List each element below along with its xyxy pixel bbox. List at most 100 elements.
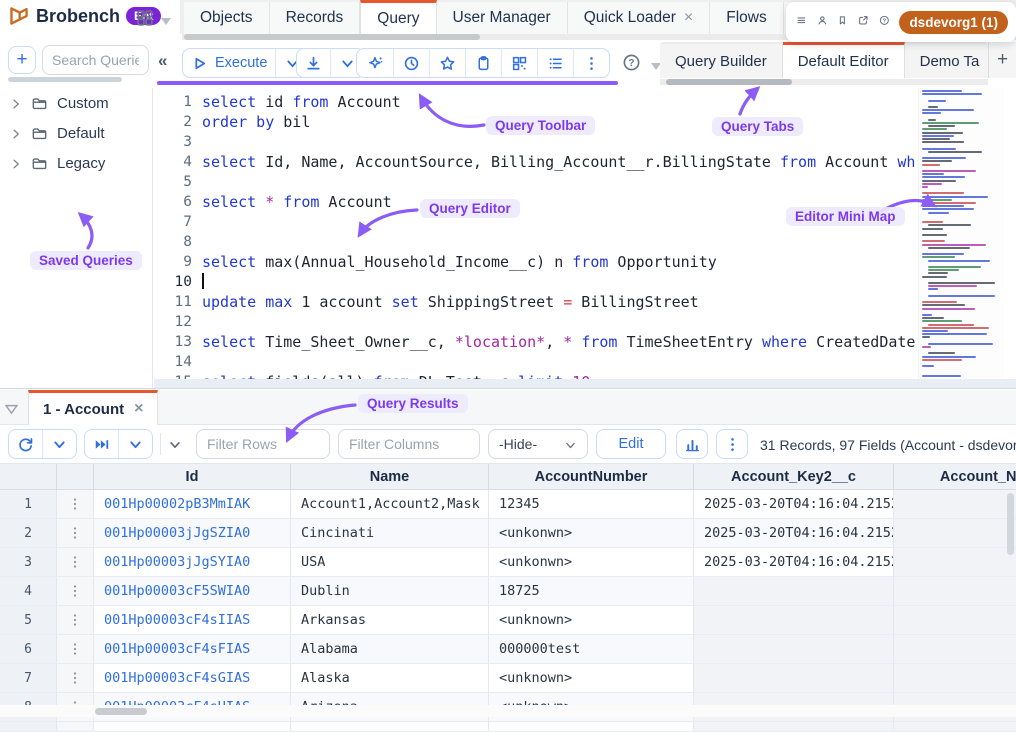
- cell-name[interactable]: Dublin: [291, 577, 489, 605]
- more-actions-button[interactable]: [573, 49, 609, 77]
- chart-button[interactable]: [676, 429, 708, 459]
- record-id-link[interactable]: 001Hp00003cF4sGIAS: [94, 664, 291, 692]
- record-id-link[interactable]: 001Hp00003cF4sFIAS: [94, 635, 291, 663]
- cell-account-key2[interactable]: [694, 664, 894, 692]
- record-id-link[interactable]: 001Hp00003jJgSZIA0: [94, 519, 291, 547]
- column-header-id[interactable]: Id: [94, 464, 291, 489]
- cell-account-key2[interactable]: 2025-03-20T04:16:04.2152: [694, 490, 894, 518]
- app-grid-icon[interactable]: [136, 9, 154, 27]
- folder-default[interactable]: Default: [0, 118, 152, 148]
- sidebar-scrollbar[interactable]: [8, 77, 122, 82]
- close-icon[interactable]: ×: [684, 10, 693, 26]
- cell-account-number[interactable]: <unknown>: [489, 606, 694, 634]
- nav-tab-quick-loader[interactable]: Quick Loader×: [568, 2, 711, 34]
- query-plan-button[interactable]: [501, 49, 537, 77]
- record-id-link[interactable]: 001Hp00003cF5SWIA0: [94, 577, 291, 605]
- cell-account-key2[interactable]: [694, 606, 894, 634]
- cell-account-key2[interactable]: [694, 577, 894, 605]
- edit-button[interactable]: Edit: [596, 429, 666, 459]
- record-id-link[interactable]: 001Hp00002pB3MmIAK: [94, 490, 291, 518]
- search-queries-input[interactable]: [42, 45, 149, 75]
- row-menu-icon[interactable]: [57, 635, 94, 663]
- results-tab[interactable]: 1 - Account ×: [28, 390, 158, 425]
- chevron-right-icon[interactable]: [10, 157, 22, 169]
- org-user-badge[interactable]: dsdevorg1 (1): [899, 11, 1008, 34]
- record-id-link[interactable]: 001Hp00003cF4sIIAS: [94, 606, 291, 634]
- collapse-sidebar-button[interactable]: «: [158, 51, 165, 71]
- cell-name[interactable]: Alabama: [291, 635, 489, 663]
- brand-caret-icon[interactable]: [160, 13, 172, 23]
- cell-name[interactable]: Account1,Account2,Mask T: [291, 490, 489, 518]
- nav-tab-user-manager[interactable]: User Manager: [437, 2, 568, 34]
- results-caret-icon[interactable]: [5, 402, 18, 413]
- bookmark-icon[interactable]: [837, 13, 848, 31]
- nav-tab-flows[interactable]: Flows: [710, 2, 783, 34]
- column-header-account-key2-c[interactable]: Account_Key2__c: [694, 464, 894, 489]
- list-menu-icon[interactable]: [796, 13, 807, 31]
- cell-account-numb[interactable]: [894, 577, 1016, 605]
- editor-tab-demo-ta[interactable]: Demo Ta: [905, 44, 988, 78]
- refresh-dropdown-button[interactable]: [42, 430, 76, 458]
- cell-name[interactable]: USA: [291, 548, 489, 576]
- nav-tab-objects[interactable]: Objects: [184, 2, 270, 34]
- add-query-button[interactable]: +: [8, 46, 36, 74]
- row-menu-icon[interactable]: [57, 664, 94, 692]
- cell-account-numb[interactable]: [894, 519, 1016, 547]
- table-vertical-scrollbar[interactable]: [1007, 491, 1014, 691]
- row-menu-icon[interactable]: [57, 519, 94, 547]
- cell-account-numb[interactable]: [894, 635, 1016, 663]
- folder-legacy[interactable]: Legacy: [0, 148, 152, 178]
- cell-name[interactable]: Alaska: [291, 664, 489, 692]
- cell-account-number[interactable]: <unknown>: [489, 664, 694, 692]
- cell-account-key2[interactable]: [694, 635, 894, 663]
- filters-chevron-icon[interactable]: [168, 438, 182, 450]
- results-more-button[interactable]: [716, 429, 748, 459]
- ai-assist-button[interactable]: [357, 49, 393, 77]
- fetch-all-button[interactable]: [85, 430, 118, 458]
- column-header-name[interactable]: Name: [291, 464, 489, 489]
- cell-account-numb[interactable]: [894, 548, 1016, 576]
- cell-account-numb[interactable]: [894, 664, 1016, 692]
- editor-horizontal-scrollbar[interactable]: [154, 379, 1016, 388]
- nav-tab-records[interactable]: Records: [270, 2, 361, 34]
- execute-button[interactable]: Execute: [183, 49, 275, 77]
- row-menu-icon[interactable]: [57, 606, 94, 634]
- cell-account-numb[interactable]: [894, 490, 1016, 518]
- editor-tab-default-editor[interactable]: Default Editor: [783, 42, 905, 78]
- table-horizontal-scrollbar[interactable]: [0, 705, 1016, 717]
- list-view-button[interactable]: [537, 49, 573, 77]
- column-header-accountnumber[interactable]: AccountNumber: [489, 464, 694, 489]
- cell-account-number[interactable]: <unkonwn>: [489, 548, 694, 576]
- close-icon[interactable]: ×: [134, 401, 143, 417]
- code-area[interactable]: select id from Accountorder by bilselect…: [202, 92, 916, 379]
- history-button[interactable]: [393, 49, 429, 77]
- refresh-button[interactable]: [9, 430, 42, 458]
- chevron-right-icon[interactable]: [10, 127, 22, 139]
- filter-rows-input[interactable]: [196, 429, 330, 459]
- cell-name[interactable]: Arkansas: [291, 606, 489, 634]
- row-menu-icon[interactable]: [57, 490, 94, 518]
- toolbar-help-icon[interactable]: ?: [622, 53, 641, 72]
- cell-account-key2[interactable]: 2025-03-20T04:16:04.2152: [694, 519, 894, 547]
- add-editor-tab-button[interactable]: +: [988, 42, 1016, 78]
- filter-columns-input[interactable]: [338, 429, 480, 459]
- help-icon[interactable]: ?: [879, 13, 890, 31]
- favorite-button[interactable]: [429, 49, 465, 77]
- editor-minimap[interactable]: [918, 88, 1004, 379]
- copy-button[interactable]: [465, 49, 501, 77]
- external-link-icon[interactable]: [858, 13, 869, 31]
- column-header-account-numb[interactable]: Account_Numb: [894, 464, 1016, 489]
- fetch-dropdown-button[interactable]: [118, 430, 152, 458]
- cell-account-number[interactable]: 18725: [489, 577, 694, 605]
- record-id-link[interactable]: 001Hp00003jJgSYIA0: [94, 548, 291, 576]
- cell-name[interactable]: Cincinati: [291, 519, 489, 547]
- cell-account-number[interactable]: 12345: [489, 490, 694, 518]
- folder-custom[interactable]: Custom: [0, 88, 152, 118]
- cell-account-number[interactable]: <unkonwn>: [489, 519, 694, 547]
- hide-columns-select[interactable]: -Hide-: [488, 429, 588, 459]
- editor-tabs-scrollbar[interactable]: [660, 79, 988, 85]
- cell-account-numb[interactable]: [894, 606, 1016, 634]
- nav-tab-query[interactable]: Query: [360, 0, 436, 34]
- cell-account-key2[interactable]: 2025-03-20T04:16:04.2152: [694, 548, 894, 576]
- download-button[interactable]: [297, 49, 330, 77]
